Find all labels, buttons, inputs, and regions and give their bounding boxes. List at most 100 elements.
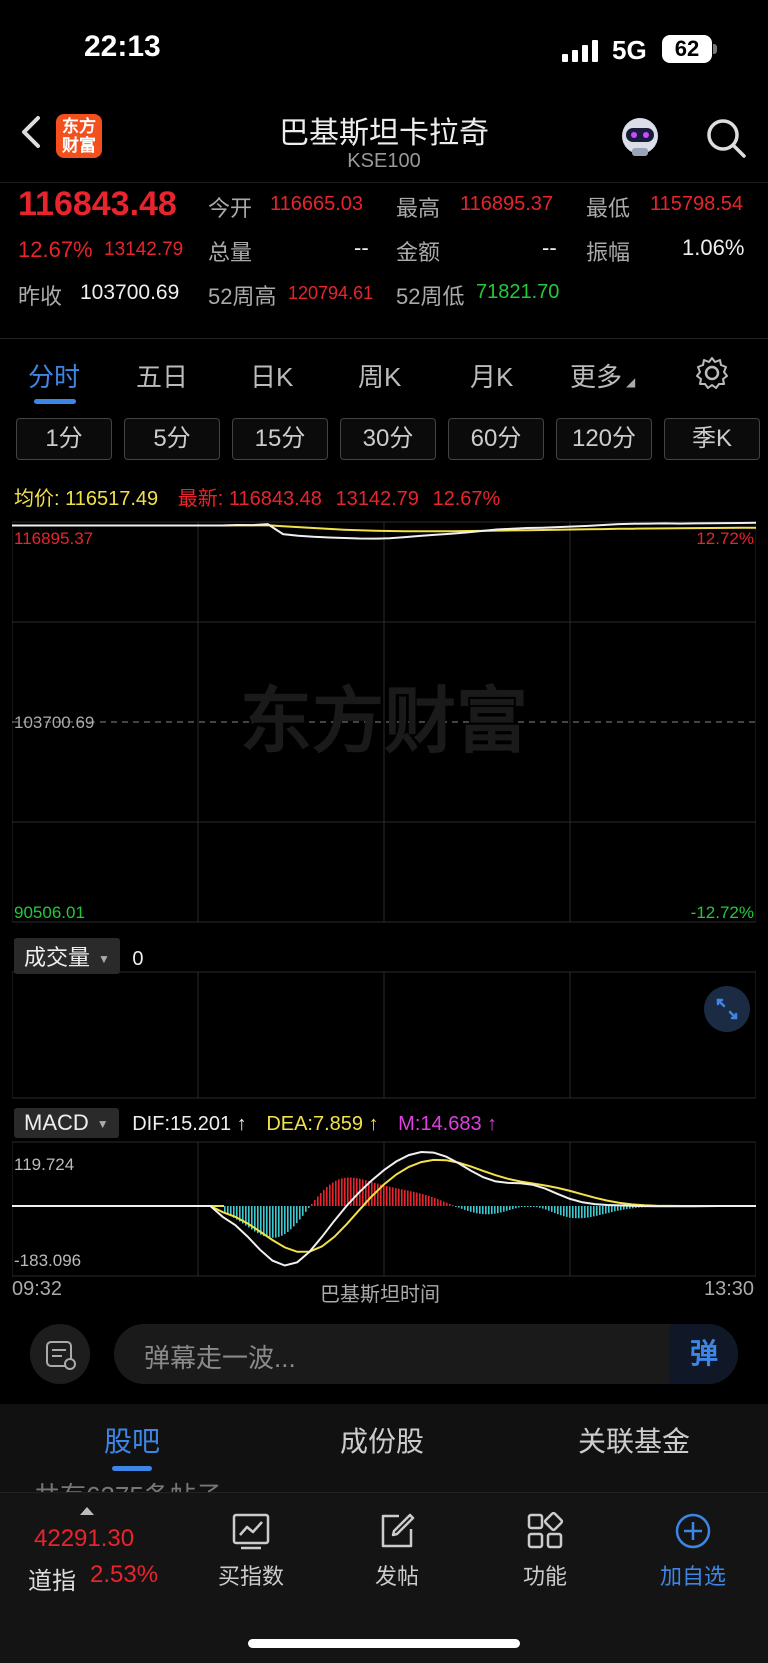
macd-bar [434,1198,436,1206]
macd-indicator-label: MACD [24,1110,89,1135]
tab-five-day[interactable]: 五日 [136,357,188,394]
macd-bar [338,1179,340,1206]
danmu-settings-icon[interactable] [30,1324,90,1384]
danmu-send-button[interactable]: 弹 [670,1324,738,1384]
index-pct[interactable]: 2.53% [90,1561,158,1589]
change-pct: 12.67% [18,237,93,262]
robot-assistant-icon[interactable] [616,112,664,160]
functions-button[interactable]: 功能 [490,1511,600,1591]
status-time: 22:13 [84,30,161,63]
macd-bar [317,1196,319,1206]
macd-bar [422,1194,424,1206]
axis-mid-label: 103700.69 [14,713,94,732]
macd-bar [314,1200,316,1206]
macd-bar [326,1187,328,1206]
macd-bar [335,1180,337,1206]
period-quarter-k[interactable]: 季K [664,418,760,460]
latest-change: 13142.79 [335,488,419,510]
period-60min[interactable]: 60分 [448,418,544,460]
search-icon[interactable] [704,116,748,160]
macd-bar [287,1206,289,1232]
period-1min[interactable]: 1分 [16,418,112,460]
add-watchlist-button[interactable]: 加自选 [638,1511,748,1591]
latest-label: 最新: [177,488,224,510]
dropdown-caret-icon: ▼ [98,952,110,967]
macd-bar [596,1206,598,1216]
tab-intraday[interactable]: 分时 [28,357,80,394]
settings-gear-icon[interactable] [694,355,730,391]
macd-indicator-select[interactable]: MACD ▼ [14,1108,119,1138]
tab-constituents[interactable]: 成份股 [340,1420,424,1460]
period-30min[interactable]: 30分 [340,418,436,460]
volume-value: -- [354,235,369,260]
buy-index-button[interactable]: 买指数 [196,1511,306,1591]
macd-bar [389,1186,391,1206]
volume-indicator-select[interactable]: 成交量 ▼ [14,938,120,974]
macd-bar [284,1206,286,1234]
macd-bar [563,1206,565,1217]
macd-bar [566,1206,568,1217]
macd-bar [377,1183,379,1206]
post-button[interactable]: 发帖 [342,1511,452,1591]
macd-bar [263,1206,265,1237]
macd-bar [560,1206,562,1216]
macd-bar [293,1206,295,1227]
network-label: 5G [612,35,647,65]
macd-bar [488,1206,490,1215]
tab-more-label: 更多 [570,362,623,392]
chart-area[interactable]: 东方财富 116895.37 12.72% 103700.69 90506.01… [12,520,756,1278]
macd-bar [416,1192,418,1206]
macd-bar [296,1206,298,1224]
tab-monthly-k[interactable]: 月K [470,357,513,394]
tab-more[interactable]: 更多 ◢ [570,357,635,394]
period-5min[interactable]: 5分 [124,418,220,460]
time-axis: 09:32 巴基斯坦时间 13:30 [0,1278,768,1308]
tab-daily-k[interactable]: 日K [250,357,293,394]
macd-bar [593,1206,595,1217]
danmu-bar: 弹幕走一波... 弹 [0,1320,768,1390]
macd-bar [290,1206,292,1230]
tab-weekly-k[interactable]: 周K [358,357,401,394]
index-expand-arrow-icon[interactable] [80,1507,94,1515]
macd-bar [266,1206,268,1237]
index-value[interactable]: 42291.30 [34,1525,134,1553]
macd-bar [578,1206,580,1219]
macd-bar [347,1177,349,1206]
time-end: 13:30 [704,1278,755,1300]
macd-bar [371,1181,373,1206]
macd-bar [383,1185,385,1206]
tab-underline [34,399,76,404]
macd-bar [407,1190,409,1206]
battery-tip [713,44,717,54]
period-15min[interactable]: 15分 [232,418,328,460]
volume-header: 成交量 ▼ 0 [14,938,143,974]
macd-bar [362,1179,364,1206]
macd-bar [575,1206,577,1219]
w52-low-label: 52周低 [396,284,465,309]
macd-bar [551,1206,553,1212]
amount-value: -- [542,235,557,260]
tab-forum[interactable]: 股吧 [104,1420,160,1460]
macd-bar [302,1206,304,1216]
macd-bar [515,1206,517,1209]
tab-related-funds[interactable]: 关联基金 [578,1420,690,1460]
period-120min[interactable]: 120分 [556,418,652,460]
macd-bar [512,1206,514,1210]
danmu-placeholder: 弹幕走一波... [144,1343,296,1373]
macd-bar [611,1206,613,1213]
low-value: 115798.54 [650,193,744,215]
macd-bar [443,1201,445,1206]
macd-bar [413,1191,415,1206]
macd-bar [344,1177,346,1206]
open-value: 116665.03 [270,193,364,215]
danmu-input[interactable]: 弹幕走一波... 弹 [114,1324,738,1384]
index-name[interactable]: 道指 [28,1561,76,1596]
buy-index-label: 买指数 [217,1564,284,1589]
axis-max-label: 116895.37 [14,529,93,548]
macd-bar [584,1206,586,1218]
macd-bar [608,1206,610,1213]
expand-icon[interactable] [704,986,750,1032]
home-indicator [248,1639,520,1648]
macd-bar [281,1206,283,1236]
intraday-chart: 东方财富 116895.37 12.72% 103700.69 90506.01… [12,521,756,1277]
